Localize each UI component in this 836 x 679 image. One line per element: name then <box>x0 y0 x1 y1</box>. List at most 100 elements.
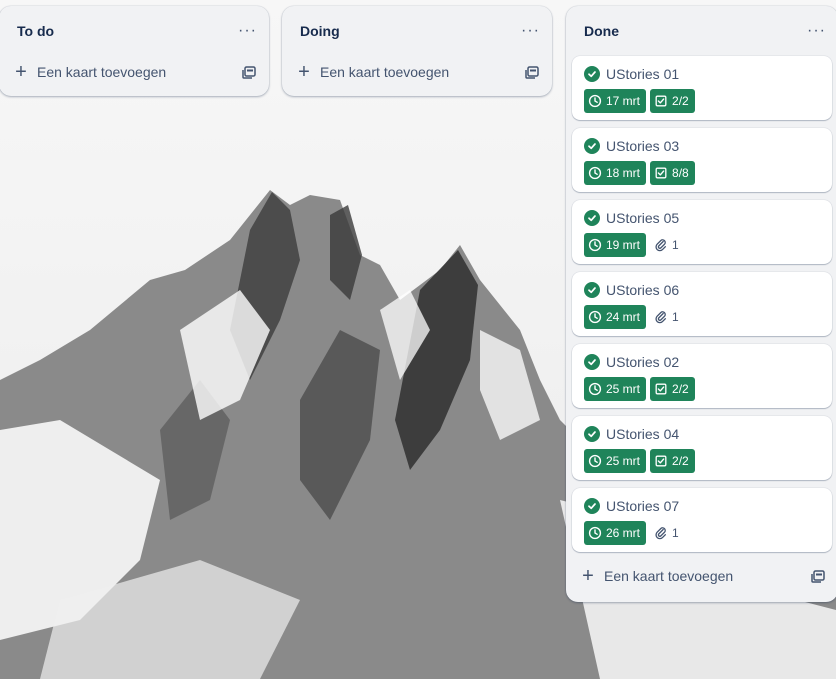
card-title-row: UStories 01 <box>584 65 822 83</box>
paperclip-icon <box>655 527 667 540</box>
add-card-button[interactable]: + Een kaart toevoegen <box>13 62 166 82</box>
card-badges: 19 mrt 1 <box>584 233 822 257</box>
checklist-icon <box>655 167 667 179</box>
list-todo: To do ··· + Een kaart toevoegen <box>0 6 269 96</box>
card-badges: 25 mrt 2/2 <box>584 377 822 401</box>
card-title-row: UStories 03 <box>584 137 822 155</box>
list-title[interactable]: Done <box>584 23 619 39</box>
due-date-badge[interactable]: 19 mrt <box>584 233 647 257</box>
card-template-icon[interactable] <box>241 64 257 80</box>
complete-check-icon[interactable] <box>584 210 600 226</box>
checklist-icon <box>655 383 667 395</box>
checklist-count: 8/8 <box>672 166 689 180</box>
card-template-icon[interactable] <box>810 568 826 584</box>
add-card-label: Een kaart toevoegen <box>320 64 450 80</box>
clock-icon <box>588 382 602 396</box>
due-date-label: 17 mrt <box>606 94 641 108</box>
card-title-row: UStories 07 <box>584 497 822 515</box>
card-title-row: UStories 05 <box>584 209 822 227</box>
clock-icon <box>588 310 602 324</box>
checklist-badge: 2/2 <box>650 377 695 401</box>
card-title-row: UStories 06 <box>584 281 822 299</box>
card[interactable]: UStories 01 17 mrt 2/2 <box>572 56 832 120</box>
checklist-icon <box>655 455 667 467</box>
list-title[interactable]: To do <box>17 23 54 39</box>
card[interactable]: UStories 02 25 mrt 2/2 <box>572 344 832 408</box>
list-menu-button[interactable]: ··· <box>521 23 540 39</box>
complete-check-icon[interactable] <box>584 138 600 154</box>
plus-icon: + <box>582 565 594 587</box>
card[interactable]: UStories 04 25 mrt 2/2 <box>572 416 832 480</box>
card-title: UStories 06 <box>606 282 680 298</box>
checklist-count: 2/2 <box>672 382 689 396</box>
attachment-badge: 1 <box>650 238 679 252</box>
due-date-label: 19 mrt <box>606 238 641 252</box>
clock-icon <box>588 238 602 252</box>
add-card-button[interactable]: + Een kaart toevoegen <box>580 566 733 586</box>
list-title[interactable]: Doing <box>300 23 340 39</box>
add-card-button[interactable]: + Een kaart toevoegen <box>296 62 449 82</box>
checklist-count: 2/2 <box>672 454 689 468</box>
card-title-row: UStories 04 <box>584 425 822 443</box>
clock-icon <box>588 526 602 540</box>
due-date-badge[interactable]: 26 mrt <box>584 521 647 545</box>
card-title: UStories 02 <box>606 354 680 370</box>
complete-check-icon[interactable] <box>584 498 600 514</box>
list-doing: Doing ··· + Een kaart toevoegen <box>282 6 552 96</box>
card-badges: 18 mrt 8/8 <box>584 161 822 185</box>
list-header: Doing ··· <box>282 6 552 56</box>
card-title: UStories 07 <box>606 498 680 514</box>
add-card-label: Een kaart toevoegen <box>604 568 734 584</box>
checklist-count: 2/2 <box>672 94 689 108</box>
list-menu-button[interactable]: ··· <box>807 23 826 39</box>
list-header: To do ··· <box>0 6 269 56</box>
add-card-label: Een kaart toevoegen <box>37 64 167 80</box>
attachment-count: 1 <box>672 526 679 540</box>
clock-icon <box>588 94 602 108</box>
attachment-badge: 1 <box>650 526 679 540</box>
card-badges: 24 mrt 1 <box>584 305 822 329</box>
plus-icon: + <box>15 61 27 83</box>
complete-check-icon[interactable] <box>584 426 600 442</box>
card-title: UStories 05 <box>606 210 680 226</box>
due-date-label: 24 mrt <box>606 310 641 324</box>
clock-icon <box>588 166 602 180</box>
card-title: UStories 04 <box>606 426 680 442</box>
complete-check-icon[interactable] <box>584 66 600 82</box>
card-list: UStories 01 17 mrt 2/2 UStories 03 18 mr… <box>566 56 836 552</box>
due-date-badge[interactable]: 17 mrt <box>584 89 647 113</box>
card-title: UStories 03 <box>606 138 680 154</box>
due-date-label: 25 mrt <box>606 454 641 468</box>
list-header: Done ··· <box>566 6 836 56</box>
attachment-badge: 1 <box>650 310 679 324</box>
card-title: UStories 01 <box>606 66 680 82</box>
add-card-row: + Een kaart toevoegen <box>0 56 269 88</box>
checklist-badge: 2/2 <box>650 89 695 113</box>
paperclip-icon <box>655 311 667 324</box>
due-date-label: 18 mrt <box>606 166 641 180</box>
list-done: Done ··· UStories 01 17 mrt 2/2 UStories… <box>566 6 836 602</box>
card[interactable]: UStories 06 24 mrt 1 <box>572 272 832 336</box>
clock-icon <box>588 454 602 468</box>
due-date-badge[interactable]: 24 mrt <box>584 305 647 329</box>
card-badges: 17 mrt 2/2 <box>584 89 822 113</box>
add-card-row: + Een kaart toevoegen <box>566 560 836 592</box>
complete-check-icon[interactable] <box>584 354 600 370</box>
attachment-count: 1 <box>672 238 679 252</box>
complete-check-icon[interactable] <box>584 282 600 298</box>
card[interactable]: UStories 05 19 mrt 1 <box>572 200 832 264</box>
due-date-badge[interactable]: 25 mrt <box>584 449 647 473</box>
card-title-row: UStories 02 <box>584 353 822 371</box>
checklist-badge: 2/2 <box>650 449 695 473</box>
list-menu-button[interactable]: ··· <box>238 23 257 39</box>
due-date-badge[interactable]: 25 mrt <box>584 377 647 401</box>
due-date-badge[interactable]: 18 mrt <box>584 161 647 185</box>
card[interactable]: UStories 07 26 mrt 1 <box>572 488 832 552</box>
checklist-badge: 8/8 <box>650 161 695 185</box>
card[interactable]: UStories 03 18 mrt 8/8 <box>572 128 832 192</box>
card-template-icon[interactable] <box>524 64 540 80</box>
add-card-row: + Een kaart toevoegen <box>282 56 552 88</box>
paperclip-icon <box>655 239 667 252</box>
plus-icon: + <box>298 61 310 83</box>
due-date-label: 26 mrt <box>606 526 641 540</box>
